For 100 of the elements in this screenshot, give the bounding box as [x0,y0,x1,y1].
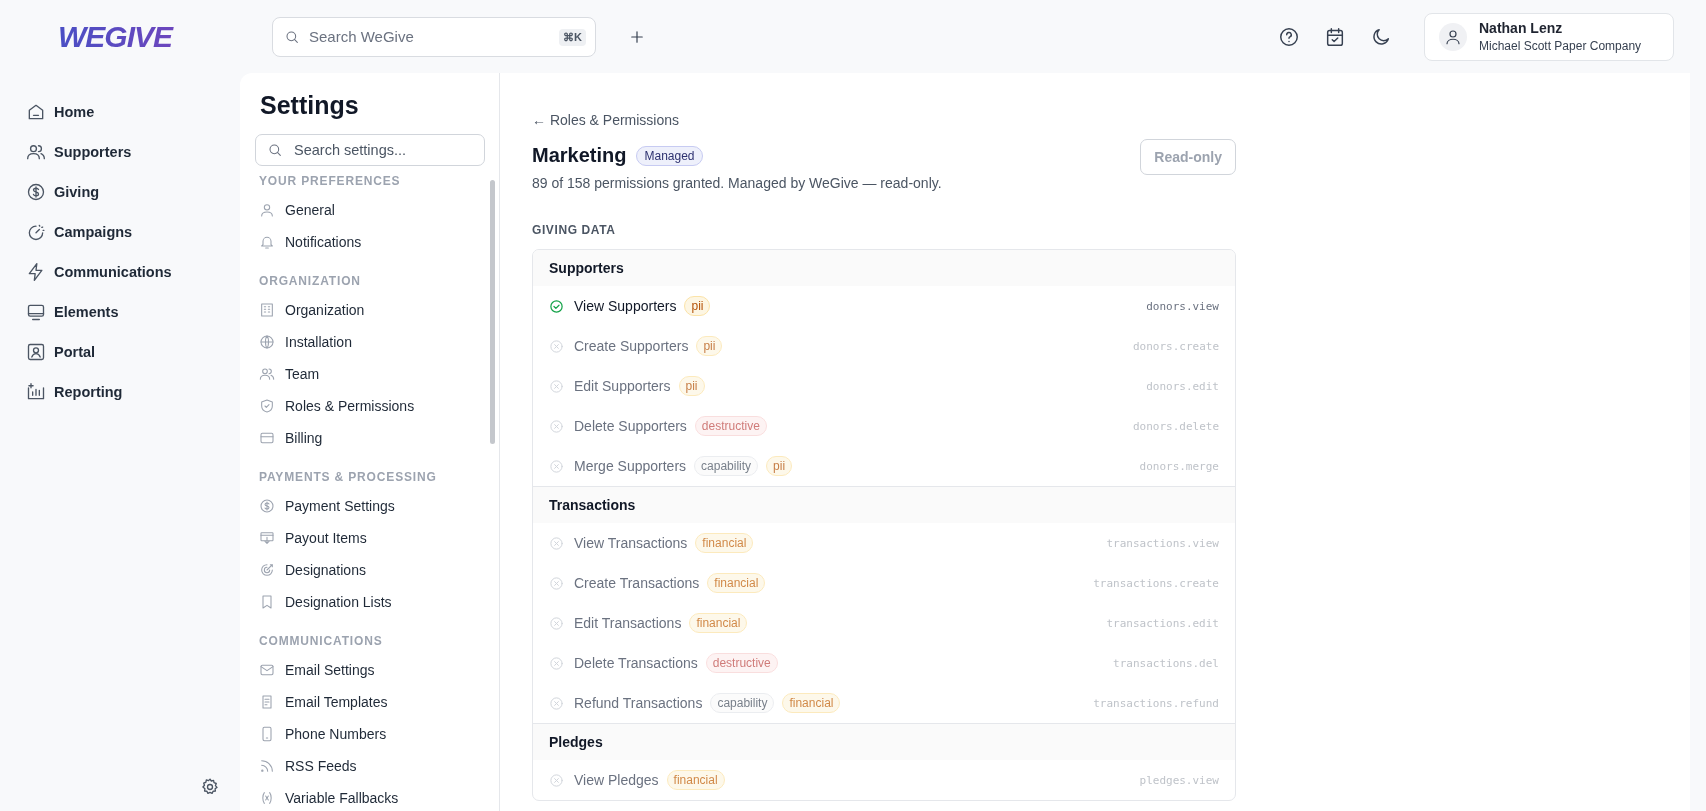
rss-icon [259,758,275,774]
nav-item[interactable]: Campaigns [26,212,133,252]
permission-name: Create Supporters [574,338,689,354]
permission-key: transactions.refund [1093,696,1219,710]
settings-button[interactable] [200,777,220,797]
nav-item[interactable]: Elements [26,292,119,332]
permission-key: donors.delete [1132,419,1219,433]
nav-item[interactable]: Home [26,92,95,132]
permission-name: View Supporters [574,298,677,314]
settings-item[interactable]: Designation Lists [255,586,392,618]
permission-name: Refund Transactions [574,695,703,711]
permission-tag: capability [694,456,759,476]
permission-name: Create Transactions [574,575,700,591]
settings-item[interactable]: Payment Settings [255,490,395,522]
settings-item[interactable]: RSS Feeds [255,750,357,782]
section-heading: ORGANIZATION [259,274,362,288]
settings-item[interactable]: Payout Items [255,522,367,554]
permission-name: Delete Supporters [574,418,687,434]
permission-key: donors.view [1146,299,1219,313]
bar-chart-icon [26,382,46,402]
gauge-icon [26,222,46,242]
settings-item[interactable]: Email Templates [255,686,388,718]
shield-check-icon [259,398,275,414]
search-icon [284,28,300,45]
nav-item[interactable]: Supporters [26,132,132,172]
permission-name: Delete Transactions [574,655,698,671]
permission-tag: pii [766,456,793,476]
managed-badge: Managed [636,145,703,166]
document-icon [259,694,275,710]
settings-item[interactable]: Installation [255,326,352,358]
globe-icon [259,334,275,350]
settings-search-field[interactable]: Search settings... [255,134,485,166]
permission-name: View Pledges [574,772,659,788]
organization-name: Michael Scott Paper Company [1479,39,1642,53]
phone-icon [259,726,275,742]
permission-tag: financial [689,613,748,633]
category-heading: GIVING DATA [532,223,617,237]
user-name: Nathan Lenz [1479,20,1564,36]
help-icon [1278,25,1300,48]
settings-item[interactable]: Billing [255,422,323,454]
dollar-icon [26,182,46,202]
permission-name: Merge Supporters [574,458,687,474]
settings-item[interactable]: Notifications [255,226,362,258]
permission-name: Edit Supporters [574,378,671,394]
user-icon [259,202,275,218]
permission-key: transactions.del [1113,656,1219,670]
calendar-check-icon [1324,25,1346,48]
settings-item[interactable]: Email Settings [255,654,375,686]
permission-tag: financial [695,533,754,553]
building-icon [259,302,275,318]
group-header: Pledges [533,723,1235,760]
permission-key: transactions.create [1093,576,1219,590]
user-frame-icon [26,342,46,362]
permission-name: Edit Transactions [574,615,682,631]
scrollbar-thumb[interactable] [490,180,495,444]
nav-item[interactable]: Giving [26,172,100,212]
permission-tag: financial [666,770,725,790]
permission-tag: financial [707,573,766,593]
permission-tag: pii [684,296,711,316]
settings-item[interactable]: Designations [255,554,366,586]
settings-item[interactable]: Roles & Permissions [255,390,415,422]
permission-tag: pii [696,336,723,356]
home-icon [26,102,46,122]
permission-key: pledges.view [1139,773,1219,787]
users-icon [259,366,275,382]
permission-key: donors.merge [1139,459,1219,473]
back-link[interactable]: ← Roles & Permissions [532,112,680,128]
settings-icon [200,777,220,797]
settings-item[interactable]: Variable Fallbacks [255,782,399,811]
search-icon [267,142,283,158]
account-menu[interactable]: Nathan Lenz Michael Scott Paper Company [1424,12,1674,61]
permission-name: View Transactions [574,535,688,551]
settings-item[interactable]: Organization [255,294,365,326]
permission-tag: capability [710,693,775,713]
nav-item[interactable]: Communications [26,252,172,292]
mail-icon [259,662,275,678]
variable-icon [259,790,275,806]
settings-item[interactable]: Phone Numbers [255,718,387,750]
user-icon [1444,27,1462,46]
payout-icon [259,530,275,546]
target-icon [259,562,275,578]
permission-tag: pii [678,376,705,396]
section-heading: COMMUNICATIONS [259,634,384,648]
credit-card-icon [259,430,275,446]
permission-key: transactions.edit [1106,616,1219,630]
nav-item[interactable]: Portal [26,332,96,372]
settings-item[interactable]: General [255,194,335,226]
settings-title: Settings [260,91,360,120]
dollar-icon [259,498,275,514]
users-icon [26,142,46,162]
bookmark-icon [259,594,275,610]
nav-item[interactable]: Reporting [26,372,123,412]
settings-item[interactable]: Team [255,358,320,390]
section-heading: PAYMENTS & PROCESSING [259,470,438,484]
monitor-icon [26,302,46,322]
permission-tag: financial [782,693,841,713]
bell-icon [259,234,275,250]
permission-key: transactions.view [1106,536,1219,550]
role-summary: 89 of 158 permissions granted. Managed by WeGive — read-only. [532,175,943,191]
section-heading: YOUR PREFERENCES [259,174,402,188]
